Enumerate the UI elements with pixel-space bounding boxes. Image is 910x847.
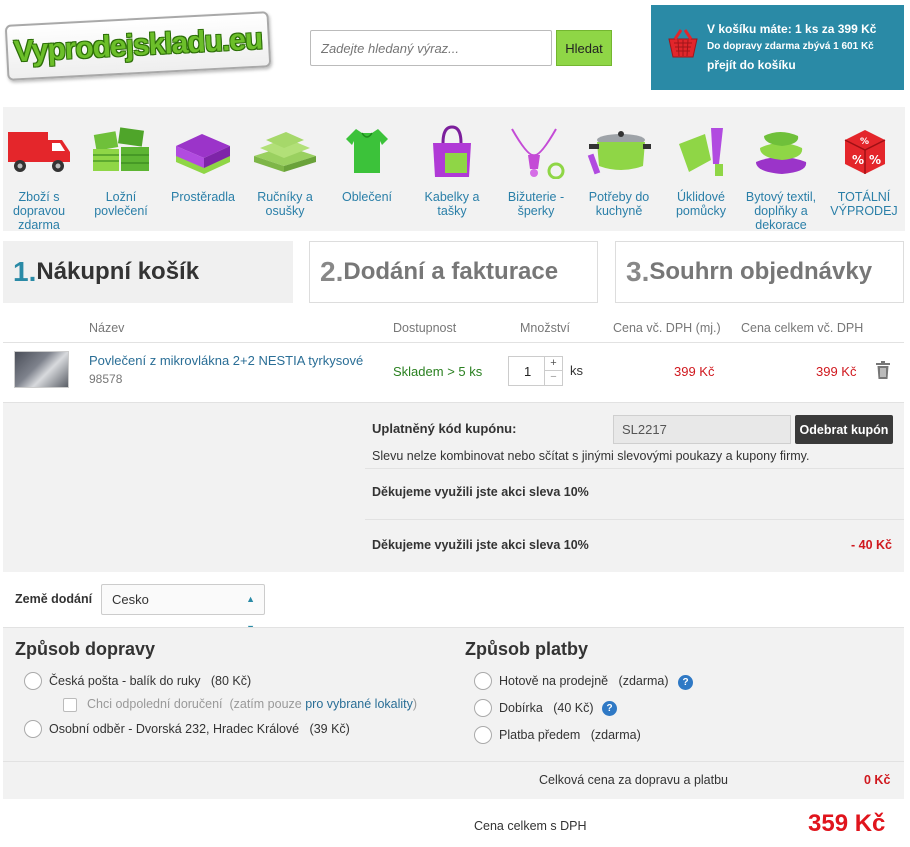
country-select[interactable]: Cesko ▲▼ [101, 584, 265, 633]
svg-text:%: % [852, 153, 864, 167]
step-delivery[interactable]: 2. Dodání a fakturace [309, 241, 598, 303]
afternoon-delivery-label[interactable]: Chci odpolední doručení (zatím pouze pro… [87, 697, 417, 711]
grand-total-label: Cena celkem s DPH [474, 819, 587, 833]
product-code: 98578 [89, 372, 123, 386]
category-bedding[interactable]: Ložní povlečení [85, 107, 157, 218]
step-number: 2. [320, 256, 344, 287]
truck-icon [8, 132, 70, 172]
category-home-textiles[interactable]: Bytový textil, doplňky a dekorace [745, 107, 817, 232]
handbag-icon [433, 125, 471, 177]
availability-status: Skladem > 5 ks [393, 364, 483, 379]
shipping-total-row [3, 761, 904, 799]
payment-option-cash[interactable]: Hotově na prodejně (zdarma) [499, 674, 669, 688]
pillows-icon [756, 132, 807, 174]
basket-icon [668, 29, 698, 58]
product-name-link[interactable]: Povlečení z mikrovlákna 2+2 NESTIA tyrky… [89, 353, 363, 368]
selected-locations-link[interactable]: pro vybrané lokality [305, 697, 413, 711]
payment-radio-cod[interactable] [474, 699, 492, 717]
discount-amount: - 40 Kč [851, 538, 892, 552]
remove-coupon-button[interactable]: Odebrat kupón [795, 415, 893, 444]
shipping-radio-pickup[interactable] [24, 720, 42, 738]
step-label: Nákupní košík [36, 258, 200, 285]
coupon-code-field[interactable] [613, 415, 791, 444]
payment-option-cod[interactable]: Dobírka (40 Kč) [499, 701, 594, 715]
cleaning-icon [679, 128, 723, 176]
svg-text:%: % [869, 153, 881, 167]
step-cart[interactable]: 1. Nákupní košík [3, 241, 293, 303]
site-logo[interactable]: Vyprodejskladu.eu [4, 11, 272, 81]
payment-radio-prepay[interactable] [474, 726, 492, 744]
payment-radio-cash[interactable] [474, 672, 492, 690]
afternoon-delivery-checkbox[interactable] [63, 698, 77, 712]
shipping-radio-post[interactable] [24, 672, 42, 690]
divider [3, 342, 904, 343]
search-button[interactable]: Hledat [556, 30, 612, 66]
kitchen-pot-icon [587, 131, 651, 175]
free-shipping-remaining: Do dopravy zdarma zbývá 1 601 Kč [707, 41, 874, 52]
category-clothes[interactable]: Oblečení [331, 107, 403, 204]
col-header-name: Název [89, 321, 125, 335]
discount-message: Děkujeme využili jste akci sleva 10% [372, 485, 589, 499]
shipping-total-value: 0 Kč [864, 773, 891, 787]
quantity-value[interactable]: 1 [524, 364, 531, 379]
shipping-option-pickup[interactable]: Osobní odběr - Dvorská 232, Hradec Králo… [49, 722, 350, 736]
step-number: 1. [13, 256, 37, 287]
category-total-sale[interactable]: % % % TOTÁLNÍ VÝPRODEJ [828, 107, 900, 218]
total-price: 399 Kč [816, 364, 857, 379]
country-selected-value: Cesko [112, 592, 149, 607]
trash-icon[interactable] [876, 361, 890, 379]
divider [365, 468, 904, 469]
coupon-label: Uplatněný kód kupónu: [372, 421, 517, 436]
towels-icon [254, 132, 316, 172]
unit-price: 399 Kč [674, 364, 715, 379]
sale-dice-icon: % % % [844, 130, 886, 174]
category-cleaning[interactable]: Úklidové pomůcky [665, 107, 737, 218]
help-icon[interactable]: ? [678, 675, 693, 690]
step-number: 3. [626, 256, 650, 287]
logo-text: Vyprodejskladu.eu [12, 22, 263, 69]
cart-summary[interactable]: V košíku máte: 1 ks za 399 Kč Do dopravy… [651, 5, 904, 90]
payment-option-prepay[interactable]: Platba předem (zdarma) [499, 728, 641, 742]
category-sheets[interactable]: Prostěradla [167, 107, 239, 204]
quantity-unit: ks [570, 363, 583, 378]
increment-button[interactable]: + [544, 357, 562, 371]
go-to-cart-link[interactable]: přejít do košíku [707, 58, 796, 72]
grand-total-value: 359 Kč [808, 810, 886, 837]
col-header-unit-price: Cena vč. DPH (mj.) [613, 321, 721, 335]
cart-count-text: V košíku máte: 1 ks za 399 Kč [707, 22, 877, 36]
shipping-option-post[interactable]: Česká pošta - balík do ruky (80 Kč) [49, 674, 251, 688]
bedding-icon [93, 127, 149, 171]
payment-title: Způsob platby [465, 639, 588, 659]
col-header-availability: Dostupnost [393, 321, 457, 335]
step-label: Souhrn objednávky [649, 258, 873, 285]
step-label: Dodání a fakturace [343, 258, 559, 285]
sheets-icon [176, 134, 230, 174]
shipping-title: Způsob dopravy [15, 639, 156, 659]
jewelry-icon [511, 128, 565, 179]
category-bar: Zboží s dopravou zdarma Ložní povlečení … [3, 107, 905, 232]
decrement-button[interactable]: − [544, 370, 562, 385]
category-free-shipping[interactable]: Zboží s dopravou zdarma [3, 107, 75, 232]
coupon-note: Slevu nelze kombinovat nebo sčítat s jin… [372, 449, 810, 463]
step-summary[interactable]: 3. Souhrn objednávky [615, 241, 904, 303]
svg-text:%: % [860, 137, 869, 147]
col-header-quantity: Množství [520, 321, 571, 335]
discount-message: Děkujeme využili jste akci sleva 10% [372, 538, 589, 552]
country-label: Země dodání [15, 592, 93, 606]
product-thumbnail[interactable] [14, 351, 69, 388]
quantity-stepper[interactable]: 1 + − [508, 356, 563, 386]
category-jewelry[interactable]: Bižuterie - šperky [500, 107, 572, 218]
shipping-total-label: Celková cena za dopravu a platbu [539, 773, 729, 787]
search-input[interactable] [310, 30, 552, 66]
category-towels[interactable]: Ručníky a osušky [249, 107, 321, 218]
category-kitchen[interactable]: Potřeby do kuchyně [583, 107, 655, 218]
help-icon[interactable]: ? [602, 701, 617, 716]
category-handbags[interactable]: Kabelky a tašky [416, 107, 488, 218]
col-header-total-price: Cena celkem vč. DPH [741, 321, 864, 335]
clothes-icon [346, 129, 388, 173]
divider [365, 519, 904, 520]
